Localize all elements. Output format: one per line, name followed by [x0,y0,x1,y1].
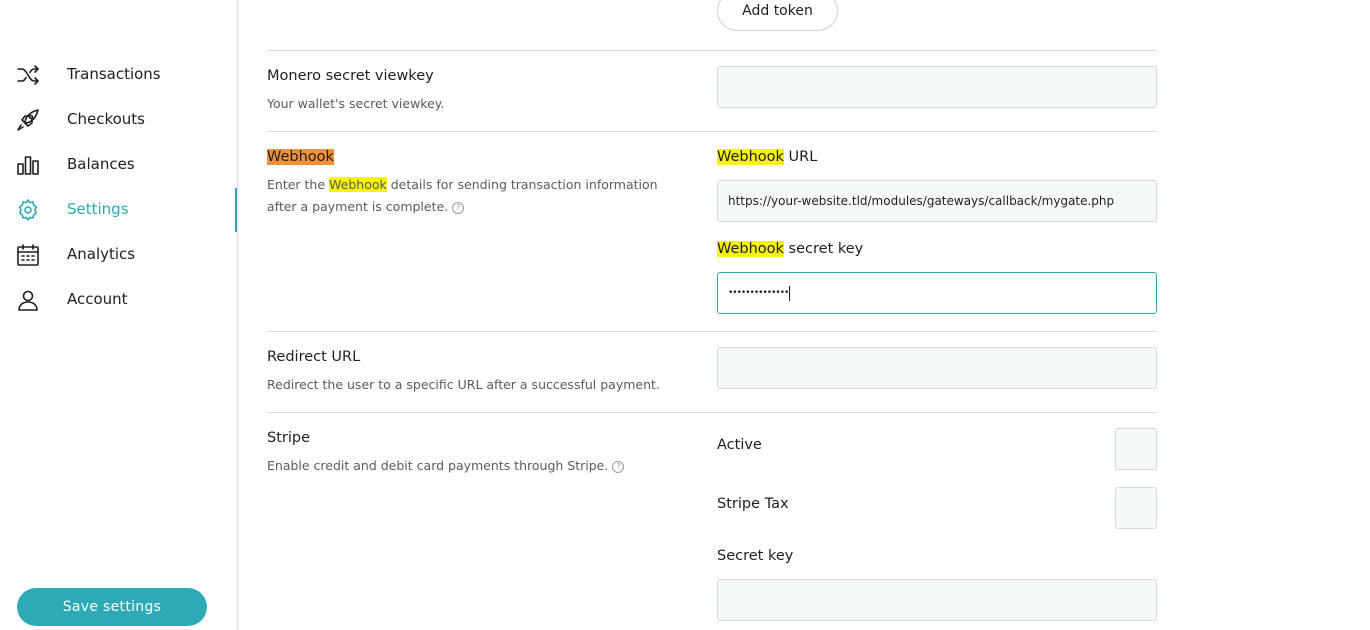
stripe-desc-text: Enable credit and debit card payments th… [267,458,609,473]
sidebar-item-label: Analytics [67,245,136,263]
stripe-desc: Enable credit and debit card payments th… [267,455,687,477]
webhook-secret-label-highlight: Webhook [717,241,784,257]
calendar-icon [16,243,40,267]
sidebar-item-account[interactable]: Account [0,278,237,322]
webhook-url-input[interactable]: https://your-website.tld/modules/gateway… [717,180,1157,222]
sidebar-item-label: Transactions [67,65,161,83]
help-icon[interactable]: ? [452,202,465,214]
divider [267,131,1157,132]
webhook-desc-highlight: Webhook [329,177,387,192]
user-icon [16,288,40,312]
stripe-secret-label: Secret key [717,548,794,564]
sidebar: Transactions Checkouts Balances Settings… [0,0,238,630]
sidebar-item-settings[interactable]: Settings [0,188,237,232]
webhook-title-text: Webhook [267,149,334,165]
webhook-title: Webhook [267,149,334,165]
divider [267,412,1157,413]
stripe-tax-checkbox[interactable] [1115,487,1157,529]
webhook-secret-input[interactable]: •••••••••••••• [717,272,1157,314]
webhook-url-label-highlight: Webhook [717,149,784,165]
webhook-desc: Enter the Webhook details for sending tr… [267,174,687,218]
save-settings-button[interactable]: Save settings [17,588,207,626]
sidebar-item-label: Balances [67,155,135,173]
monero-viewkey-title: Monero secret viewkey [267,68,434,84]
sidebar-item-label: Checkouts [67,110,145,128]
divider [267,50,1157,51]
stripe-active-checkbox[interactable] [1115,428,1157,470]
webhook-url-label-rest: URL [783,149,818,165]
stripe-title: Stripe [267,430,311,446]
webhook-secret-label-rest: secret key [783,241,864,257]
rocket-icon [16,108,40,132]
redirect-url-desc: Redirect the user to a specific URL afte… [267,377,660,392]
webhook-url-label: Webhook URL [717,149,817,165]
webhook-secret-label: Webhook secret key [717,241,863,257]
shuffle-icon [16,63,40,87]
sidebar-item-label: Account [67,290,128,308]
stripe-tax-label: Stripe Tax [717,496,789,512]
webhook-secret-value: •••••••••••••• [728,288,789,298]
stripe-secret-input[interactable] [717,579,1157,621]
webhook-url-value: https://your-website.tld/modules/gateway… [728,194,1115,208]
monero-viewkey-desc: Your wallet's secret viewkey. [267,96,445,111]
monero-viewkey-input[interactable] [717,66,1157,108]
bar-chart-icon [16,153,40,177]
stripe-active-label: Active [717,437,762,453]
sidebar-item-analytics[interactable]: Analytics [0,233,237,277]
text-caret [789,285,791,301]
webhook-desc-before: Enter the [267,177,330,192]
sidebar-item-transactions[interactable]: Transactions [0,53,237,97]
sidebar-item-checkouts[interactable]: Checkouts [0,98,237,142]
redirect-url-title: Redirect URL [267,349,361,365]
sidebar-item-balances[interactable]: Balances [0,143,237,187]
help-icon[interactable]: ? [612,461,625,473]
sidebar-item-label: Settings [67,200,129,218]
redirect-url-input[interactable] [717,347,1157,389]
gear-icon [16,198,40,222]
divider [267,331,1157,332]
add-token-button[interactable]: Add token [717,0,838,31]
